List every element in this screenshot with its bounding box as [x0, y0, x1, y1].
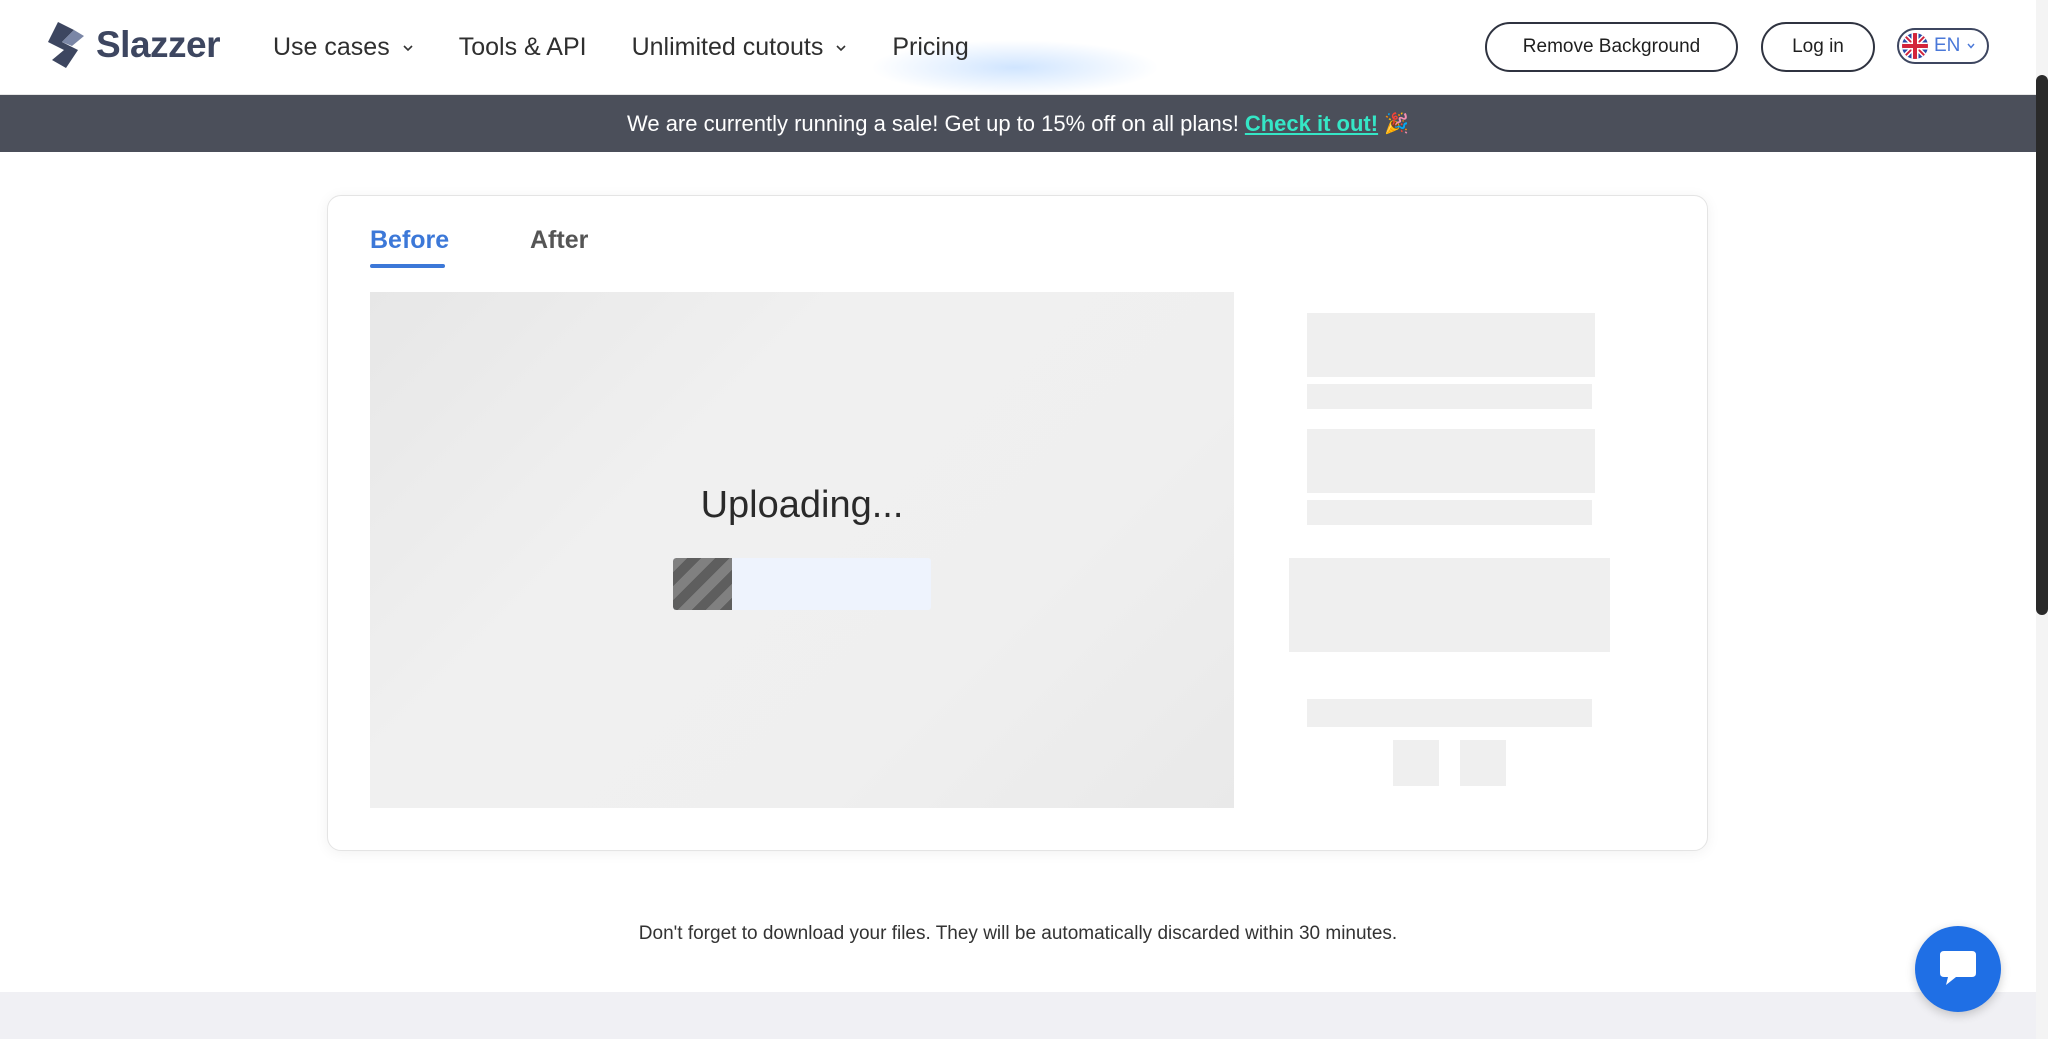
chat-button[interactable] [1915, 926, 2001, 1012]
tab-before[interactable]: Before [370, 226, 449, 255]
nav-use-cases[interactable]: Use cases [273, 33, 414, 62]
nav-use-cases-label: Use cases [273, 33, 390, 61]
skeleton-line [1307, 699, 1592, 727]
active-tab-indicator [370, 264, 445, 268]
remove-background-button[interactable]: Remove Background [1485, 22, 1738, 72]
sale-banner: We are currently running a sale! Get up … [0, 95, 2036, 152]
skeleton-block [1307, 313, 1595, 377]
nav-unlimited-cutouts-label: Unlimited cutouts [631, 33, 824, 61]
login-button[interactable]: Log in [1761, 22, 1875, 72]
chevron-down-icon [836, 44, 846, 51]
nav-unlimited-cutouts[interactable]: Unlimited cutouts [632, 33, 848, 62]
tab-after[interactable]: After [530, 226, 588, 255]
language-label: EN [1934, 35, 1961, 56]
bottom-section [0, 992, 2036, 1039]
slazzer-logo-icon [48, 22, 84, 68]
site-header: Slazzer Use cases Tools & API Unlimited … [0, 0, 2036, 95]
upload-progress-fill [673, 558, 733, 610]
chevron-down-icon [403, 44, 413, 51]
upload-progress-bar [673, 558, 931, 610]
nav-tools-api[interactable]: Tools & API [459, 33, 587, 62]
scrollbar-thumb[interactable] [2036, 75, 2048, 615]
sale-banner-link[interactable]: Check it out! [1245, 111, 1378, 137]
chat-bubble-icon [1940, 951, 1976, 985]
language-selector[interactable]: EN [1897, 28, 1989, 64]
skeleton-square [1460, 740, 1506, 786]
logo[interactable]: Slazzer [44, 20, 221, 70]
skeleton-line [1307, 384, 1592, 409]
skeleton-line [1307, 500, 1592, 525]
sale-banner-text: We are currently running a sale! Get up … [626, 110, 1239, 136]
nav-pricing-label: Pricing [892, 33, 969, 61]
nav-pricing[interactable]: Pricing [892, 33, 968, 62]
main-nav: Use cases Tools & API Unlimited cutouts … [273, 0, 1014, 95]
image-preview-area: Uploading... [370, 292, 1234, 808]
upload-status-text: Uploading... [700, 484, 904, 526]
uk-flag-icon [1902, 33, 1928, 59]
nav-tools-api-label: Tools & API [458, 33, 587, 61]
party-popper-icon: 🎉 [1384, 113, 1409, 135]
skeleton-square [1393, 740, 1439, 786]
chevron-down-icon [1967, 43, 1975, 49]
download-reminder: Don't forget to download your files. The… [638, 923, 1398, 944]
skeleton-button [1289, 558, 1610, 652]
editor-card: Before After Uploading... [327, 195, 1708, 851]
skeleton-block [1307, 429, 1595, 493]
logo-text: Slazzer [96, 24, 221, 65]
